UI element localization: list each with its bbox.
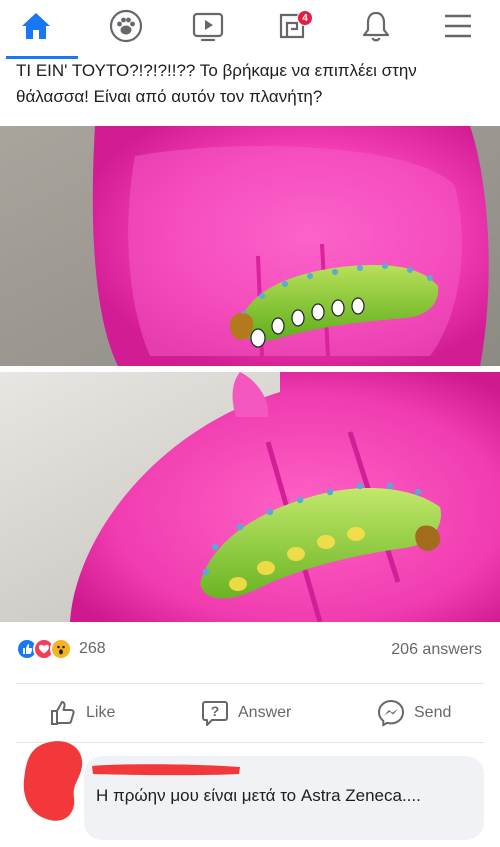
answers-count[interactable]: 206 answers	[391, 641, 482, 659]
video-icon	[192, 12, 224, 42]
menu-tab[interactable]	[436, 6, 480, 46]
comment-text: Η πρώην μου είναι μετά το Astra Zeneca..…	[96, 786, 421, 805]
bell-icon	[362, 11, 390, 42]
commenter-name-redacted	[92, 764, 240, 776]
groups-tab[interactable]	[104, 6, 148, 46]
caterpillar-photo-2	[0, 372, 500, 622]
notification-badge: 4	[297, 10, 313, 26]
reactions-summary[interactable]: 268	[16, 638, 106, 660]
post-photo-2[interactable]	[0, 372, 500, 622]
home-tab[interactable]	[14, 6, 58, 46]
svg-text:?: ?	[211, 703, 220, 719]
question-bubble-icon: ?	[202, 701, 228, 726]
reaction-count: 268	[79, 640, 106, 657]
divider-bottom	[16, 742, 484, 743]
like-button[interactable]: Like	[48, 696, 115, 730]
post-photo-1[interactable]	[0, 126, 500, 366]
messenger-icon	[377, 699, 405, 727]
answer-label: Answer	[238, 704, 292, 721]
thumbs-up-icon	[51, 701, 75, 725]
groups-icon	[109, 9, 143, 43]
send-label: Send	[414, 704, 452, 721]
home-icon	[22, 13, 50, 39]
caterpillar-photo-1	[0, 126, 500, 366]
post-text: ΤΙ ΕΙΝ' ΤΟΥΤΟ?!?!?!!?? Το βρήκαμε να επι…	[16, 61, 417, 106]
commenter-avatar-redacted[interactable]	[20, 740, 86, 824]
hamburger-menu-icon	[445, 14, 471, 38]
answer-button[interactable]: ? Answer	[200, 696, 291, 730]
notifications-tab[interactable]	[354, 6, 398, 46]
like-label: Like	[86, 704, 116, 721]
send-button[interactable]: Send	[376, 696, 451, 730]
watch-tab[interactable]	[186, 6, 230, 46]
divider-top	[16, 683, 484, 684]
top-navigation: 4	[0, 0, 500, 52]
wow-icon	[50, 638, 72, 660]
pages-tab[interactable]: 4	[270, 6, 314, 46]
